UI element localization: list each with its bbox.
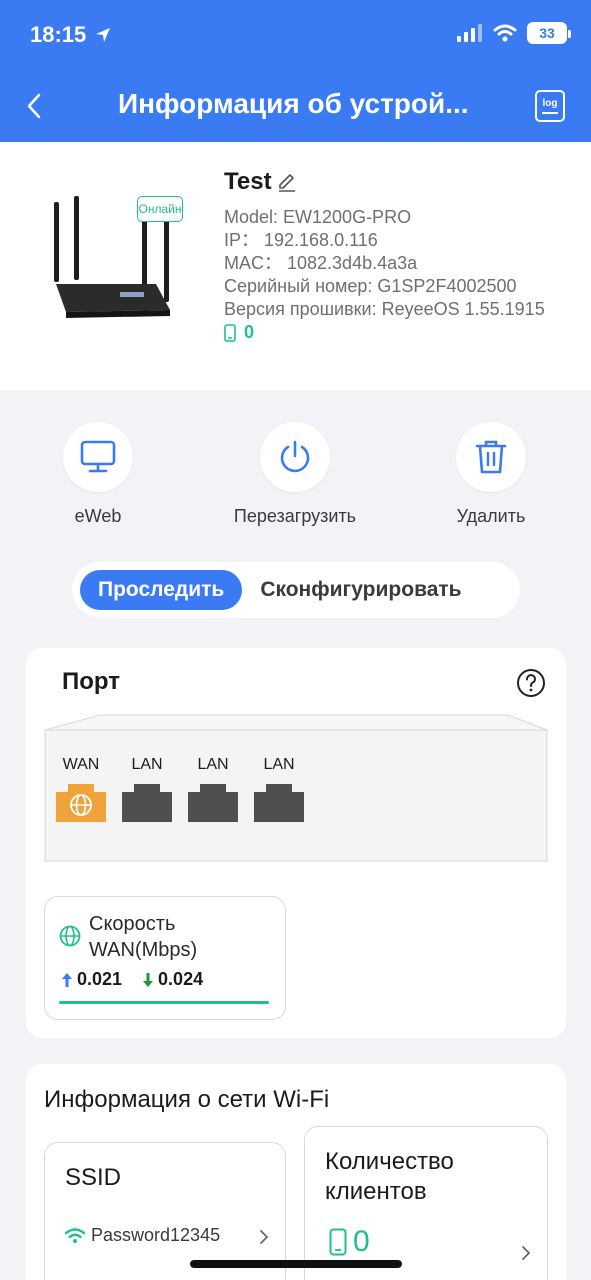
monitor-icon (80, 440, 116, 473)
device-clients-count: 0 (244, 322, 255, 342)
ssid-value: Password12345 (91, 1225, 221, 1245)
chevron-left-icon (27, 93, 41, 119)
eweb-circle (63, 422, 133, 492)
status-icons: 33 (457, 22, 571, 44)
tab-configure[interactable]: Сконфигурировать (242, 570, 479, 610)
help-icon[interactable] (516, 668, 546, 698)
clients-box[interactable]: Количество клиентов 0 (304, 1126, 548, 1280)
home-indicator[interactable] (190, 1260, 402, 1268)
status-time-text: 18:15 (30, 22, 87, 47)
view-tabs: Проследить Сконфигурировать (72, 562, 520, 618)
log-label: log (542, 98, 558, 109)
reboot-circle (260, 422, 330, 492)
port-lan-2[interactable]: LAN (188, 756, 238, 822)
device-info: Model: EW1200G-PRO IP： 192.168.0.116 MAC… (224, 206, 574, 344)
upload-speed-value: 0.021 (77, 969, 123, 989)
port-card: Порт WAN LAN LAN LAN Скорость WAN(Mbps) (26, 648, 566, 1038)
globe-port-icon (56, 784, 106, 822)
clients-title: Количество клиентов (325, 1147, 454, 1207)
reboot-button[interactable]: Перезагрузить (225, 422, 365, 527)
device-serial: Серийный номер: G1SP2F4002500 (224, 276, 517, 296)
upload-speed: 0.021 (61, 969, 122, 990)
download-speed-value: 0.024 (158, 969, 204, 989)
header-bar: 18:15 33 Информация об устрой... log (0, 0, 591, 142)
wifi-signal-icon (493, 24, 517, 42)
delete-label: Удалить (456, 506, 526, 526)
phone-icon (329, 1228, 347, 1256)
battery-level: 33 (539, 25, 555, 41)
back-button[interactable] (16, 86, 52, 126)
port-wan-label: WAN (62, 756, 100, 773)
location-arrow-icon (96, 28, 111, 42)
eweb-button[interactable]: eWeb (28, 422, 168, 527)
eweb-label: eWeb (74, 506, 122, 526)
cellular-signal-icon (457, 24, 482, 42)
trash-icon (475, 440, 507, 474)
power-icon (280, 440, 310, 473)
device-firmware: Версия прошивки: ReyeeOS 1.55.1915 (224, 299, 545, 319)
wan-speed-title: Скорость WAN(Mbps) (89, 911, 197, 963)
port-lan-1-label: LAN (131, 756, 163, 773)
page-title: Информация об устрой... (118, 88, 469, 119)
ethernet-port-icon (122, 784, 172, 822)
battery-icon: 33 (527, 22, 571, 44)
device-model: Model: EW1200G-PRO (224, 207, 412, 227)
clients-value-row: 0 (329, 1225, 370, 1259)
port-lan-2-label: LAN (197, 756, 229, 773)
globe-icon (59, 925, 81, 947)
edit-pencil-icon[interactable] (276, 171, 298, 193)
wan-speed-box[interactable]: Скорость WAN(Mbps) 0.021 0.024 (44, 896, 286, 1020)
wifi-title: Информация о сети Wi-Fi (44, 1086, 330, 1113)
log-button[interactable]: log (535, 90, 565, 122)
delete-button[interactable]: Удалить (421, 422, 561, 527)
wifi-icon (65, 1227, 85, 1243)
ssid-value-row[interactable]: Password12345 (65, 1225, 220, 1246)
port-lan-3[interactable]: LAN (254, 756, 304, 822)
device-clients: 0 (224, 321, 574, 344)
port-wan[interactable]: WAN (56, 756, 106, 822)
delete-circle (456, 422, 526, 492)
arrow-down-icon (143, 972, 154, 987)
chevron-right-icon (260, 1230, 269, 1244)
wan-speed-values: 0.021 0.024 (61, 969, 203, 990)
reboot-label: Перезагрузить (233, 506, 357, 526)
device-name: Test (224, 168, 298, 196)
clients-value: 0 (353, 1225, 370, 1258)
ethernet-port-icon (254, 784, 304, 822)
wan-speed-title-line2: WAN(Mbps) (89, 939, 198, 961)
status-time: 18:15 (30, 22, 112, 48)
ssid-title: SSID (65, 1164, 122, 1191)
tab-monitor[interactable]: Проследить (80, 570, 243, 610)
speed-underline (59, 1001, 269, 1004)
arrow-up-icon (62, 972, 72, 987)
device-name-text: Test (224, 168, 272, 195)
wifi-card: Информация о сети Wi-Fi SSID Password123… (26, 1064, 566, 1280)
port-title: Порт (62, 668, 121, 695)
phone-icon (224, 323, 236, 342)
device-card: Онлайн Test Model: EW1200G-PRO IP： 192.1… (0, 142, 591, 390)
ethernet-port-icon (188, 784, 238, 822)
clients-title-line1: Количество (325, 1148, 454, 1175)
online-status-badge: Онлайн (137, 196, 183, 222)
chevron-right-icon (522, 1246, 531, 1260)
port-lan-1[interactable]: LAN (122, 756, 172, 822)
device-ip: IP： 192.168.0.116 (224, 230, 378, 250)
download-speed: 0.024 (142, 969, 203, 990)
port-lan-3-label: LAN (263, 756, 295, 773)
wan-speed-title-line1: Скорость (89, 913, 176, 935)
device-mac: MAC： 1082.3d4b.4a3a (224, 253, 418, 273)
clients-title-line2: клиентов (325, 1178, 427, 1205)
